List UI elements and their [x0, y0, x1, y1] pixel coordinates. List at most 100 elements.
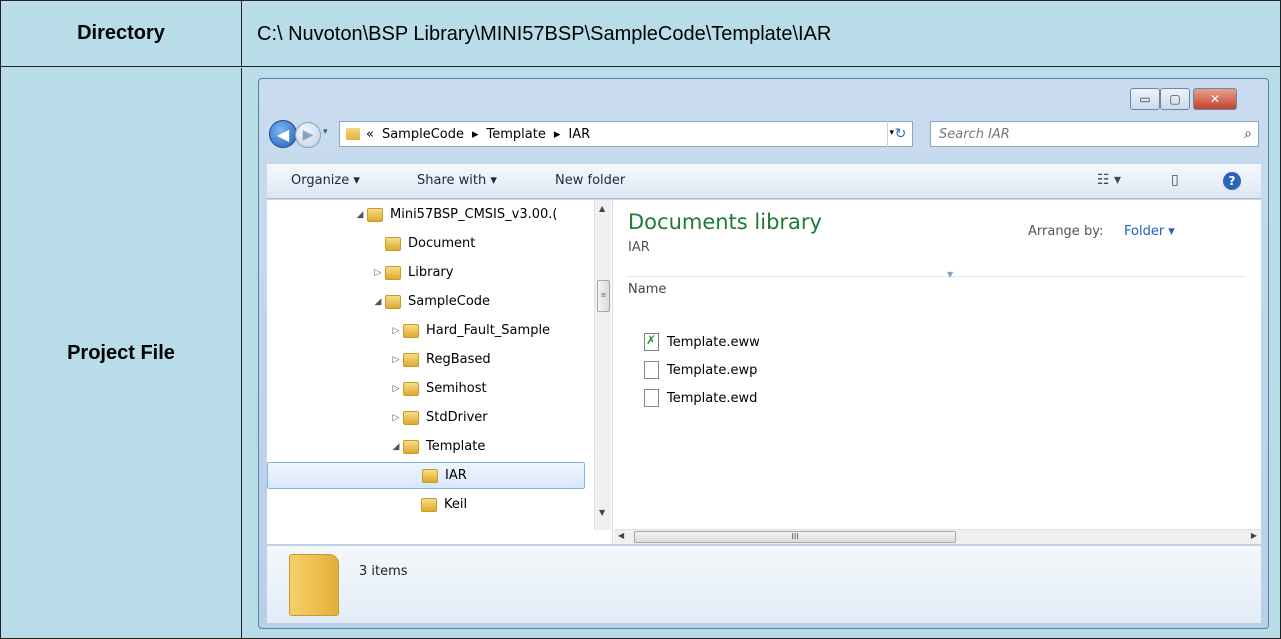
file-item[interactable]: Template.ewp — [644, 358, 757, 382]
new-folder-button[interactable]: New folder — [555, 173, 625, 188]
folder-icon — [289, 554, 339, 616]
folder-icon — [385, 294, 401, 309]
search-icon[interactable]: ⌕ — [1244, 126, 1252, 142]
file-item[interactable]: Template.eww — [644, 330, 760, 354]
history-dropdown-icon[interactable]: ▾ — [323, 127, 328, 137]
tree-expander-icon[interactable]: ◢ — [371, 297, 385, 307]
tree-item-label: IAR — [445, 468, 467, 483]
tree-item[interactable]: ▷ RegBased — [389, 346, 491, 373]
tree-item[interactable]: Document — [371, 230, 475, 257]
tree-expander-icon[interactable]: ▷ — [389, 413, 403, 423]
forward-arrow-icon[interactable]: ▶ — [295, 122, 321, 148]
folder-icon — [385, 265, 401, 280]
file-item[interactable]: Template.ewd — [644, 386, 757, 410]
tree-item-label: Semihost — [426, 381, 487, 396]
tree-item[interactable]: IAR — [267, 462, 585, 489]
tree-item[interactable]: ◢ Mini57BSP_CMSIS_v3.00.( — [353, 201, 558, 228]
breadcrumb-samplecode[interactable]: SampleCode — [382, 127, 464, 142]
tree-item[interactable]: ▷ StdDriver — [389, 404, 488, 431]
scroll-thumb[interactable]: ≡ — [597, 280, 610, 312]
breadcrumb-template[interactable]: Template — [487, 127, 546, 142]
arrange-by-label: Arrange by: — [1028, 224, 1104, 239]
breadcrumb-iar[interactable]: IAR — [568, 127, 590, 142]
scroll-right-icon[interactable]: ▶ — [1251, 531, 1257, 540]
folder-icon — [385, 236, 401, 251]
item-count: 3 items — [359, 564, 408, 579]
library-title: Documents library — [628, 210, 822, 234]
search-input[interactable]: Search IAR ⌕ — [930, 121, 1259, 147]
project-file-label: Project File — [1, 68, 242, 638]
project-file-row: Project File ▭ ▢ ✕ ◀ ▶ ▾ « SampleCode ▸ … — [1, 68, 1280, 638]
help-icon[interactable]: ? — [1223, 172, 1241, 190]
folder-icon — [403, 352, 419, 367]
scroll-left-icon[interactable]: ◀ — [618, 531, 624, 540]
navigation-tree: ◢ Mini57BSP_CMSIS_v3.00.( Document ▷ Library… — [267, 200, 613, 544]
organize-button[interactable]: Organize ▾ — [291, 173, 360, 188]
view-options-icon[interactable]: ☷ ▾ — [1097, 172, 1121, 188]
maximize-button[interactable]: ▢ — [1160, 88, 1190, 110]
tree-expander-icon[interactable]: ▷ — [389, 355, 403, 365]
library-subtitle: IAR — [628, 240, 650, 255]
file-name: Template.ewp — [667, 362, 758, 378]
tree-expander-icon[interactable]: ▷ — [371, 268, 385, 278]
tree-item[interactable]: ◢ Template — [389, 433, 486, 460]
tree-scrollbar[interactable]: ▲ ≡ ▼ — [594, 200, 611, 530]
folder-icon — [403, 439, 419, 454]
hscroll-thumb[interactable]: III — [634, 531, 956, 543]
tree-item-label: StdDriver — [426, 410, 488, 425]
tree-expander-icon[interactable]: ▷ — [389, 326, 403, 336]
folder-icon — [421, 497, 437, 512]
tree-item-label: Library — [408, 265, 454, 280]
explorer-window: ▭ ▢ ✕ ◀ ▶ ▾ « SampleCode ▸ Template ▸ IA… — [258, 78, 1269, 629]
tree-expander-icon[interactable]: ◢ — [353, 210, 367, 220]
document-file-icon — [644, 389, 659, 407]
tree-item[interactable]: ▷ Semihost — [389, 375, 487, 402]
sort-indicator-icon: ▼ — [947, 270, 954, 279]
tree-item[interactable]: ▷ Library — [371, 259, 454, 286]
folder-icon — [367, 207, 383, 222]
tree-item[interactable]: Keil — [407, 491, 467, 518]
folder-icon — [422, 468, 438, 483]
tree-item-label: Template — [426, 439, 486, 454]
tree-item[interactable]: ◢ SampleCode — [371, 288, 491, 315]
column-header-name[interactable]: Name — [628, 282, 666, 297]
navigation-bar: ◀ ▶ ▾ « SampleCode ▸ Template ▸ IAR ▾ ↻ — [267, 117, 1259, 151]
command-bar: Organize ▾ Share with ▾ New folder ☷ ▾ ▯… — [267, 163, 1261, 199]
folder-icon — [346, 128, 360, 140]
close-button[interactable]: ✕ — [1193, 88, 1237, 110]
back-arrow-icon[interactable]: ◀ — [269, 120, 297, 148]
tree-expander-icon[interactable]: ◢ — [389, 442, 403, 452]
arrange-by-dropdown[interactable]: Folder ▾ — [1124, 224, 1175, 239]
folder-icon — [403, 381, 419, 396]
minimize-button[interactable]: ▭ — [1130, 88, 1160, 110]
folder-icon — [403, 410, 419, 425]
directory-label: Directory — [1, 1, 242, 66]
horizontal-scrollbar[interactable]: ◀ III ▶ — [614, 529, 1261, 544]
document-table: Directory C:\ Nuvoton\BSP Library\MINI57… — [0, 0, 1281, 639]
file-pane: Documents library IAR Arrange by: Folder… — [614, 200, 1261, 544]
breadcrumb-overflow[interactable]: « — [366, 127, 374, 142]
tree-item-label: Hard_Fault_Sample — [426, 323, 551, 338]
scroll-up-icon[interactable]: ▲ — [599, 204, 605, 213]
scroll-down-icon[interactable]: ▼ — [599, 508, 605, 517]
tree-item-label: Document — [408, 236, 476, 251]
file-name: Template.ewd — [667, 390, 758, 406]
tree-item-label: RegBased — [426, 352, 491, 367]
workspace-file-icon — [644, 333, 659, 351]
address-bar[interactable]: « SampleCode ▸ Template ▸ IAR ▾ — [339, 121, 913, 147]
breadcrumb: « SampleCode ▸ Template ▸ IAR — [366, 127, 590, 142]
content-area: ◢ Mini57BSP_CMSIS_v3.00.( Document ▷ Library… — [267, 200, 1261, 544]
tree-item-label: SampleCode — [408, 294, 491, 309]
share-with-button[interactable]: Share with ▾ — [417, 173, 497, 188]
directory-row: Directory C:\ Nuvoton\BSP Library\MINI57… — [1, 1, 1280, 67]
breadcrumb-separator-icon[interactable]: ▸ — [554, 127, 561, 142]
tree-expander-icon[interactable]: ▷ — [389, 384, 403, 394]
tree-item[interactable]: ▷ Hard_Fault_Sample — [389, 317, 551, 344]
tree-item-label: Keil — [444, 497, 468, 512]
folder-icon — [403, 323, 419, 338]
document-file-icon — [644, 361, 659, 379]
preview-pane-icon[interactable]: ▯ — [1171, 172, 1179, 188]
breadcrumb-separator-icon[interactable]: ▸ — [472, 127, 479, 142]
directory-path: C:\ Nuvoton\BSP Library\MINI57BSP\Sample… — [257, 22, 832, 45]
refresh-icon[interactable]: ↻ — [887, 121, 913, 147]
